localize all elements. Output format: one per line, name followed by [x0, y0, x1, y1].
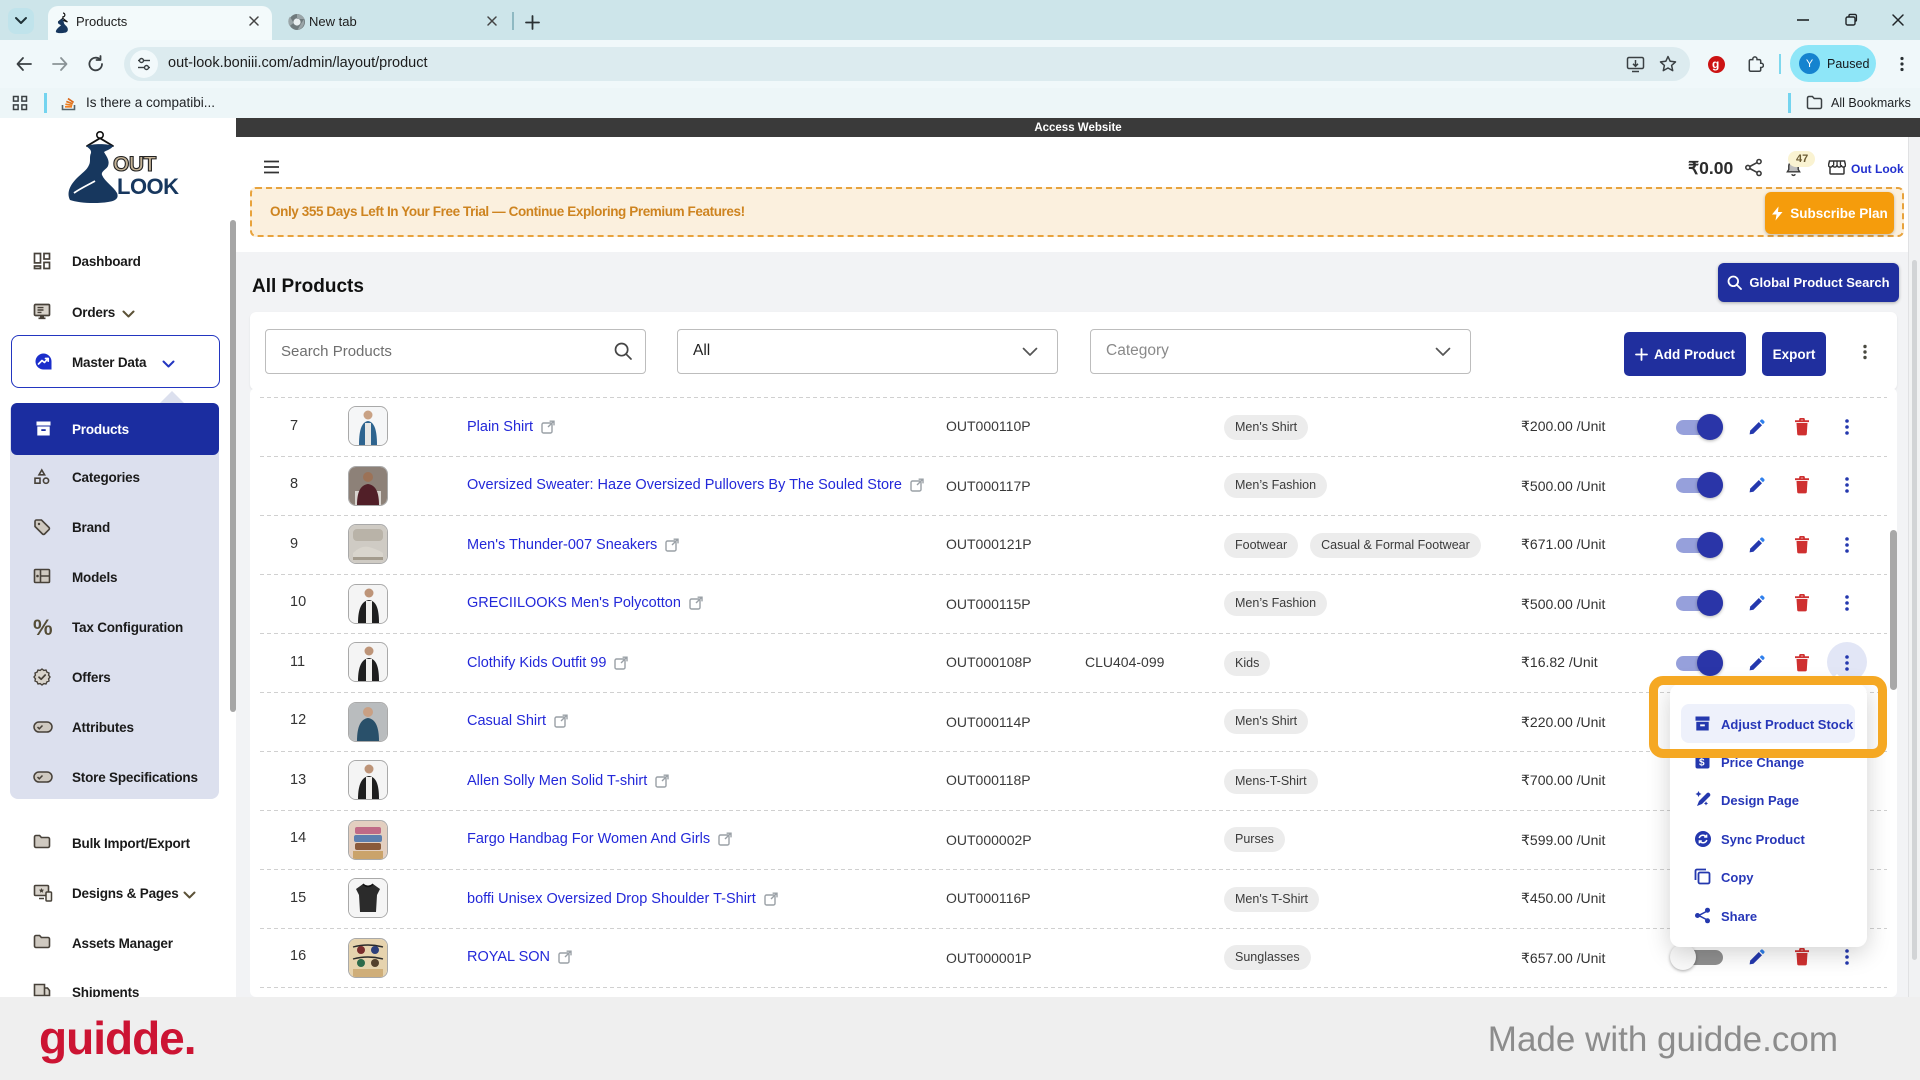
svg-text:LOOK: LOOK [117, 174, 179, 199]
svg-text:OUT: OUT [113, 153, 157, 176]
svg-text:$: $ [1699, 758, 1705, 769]
